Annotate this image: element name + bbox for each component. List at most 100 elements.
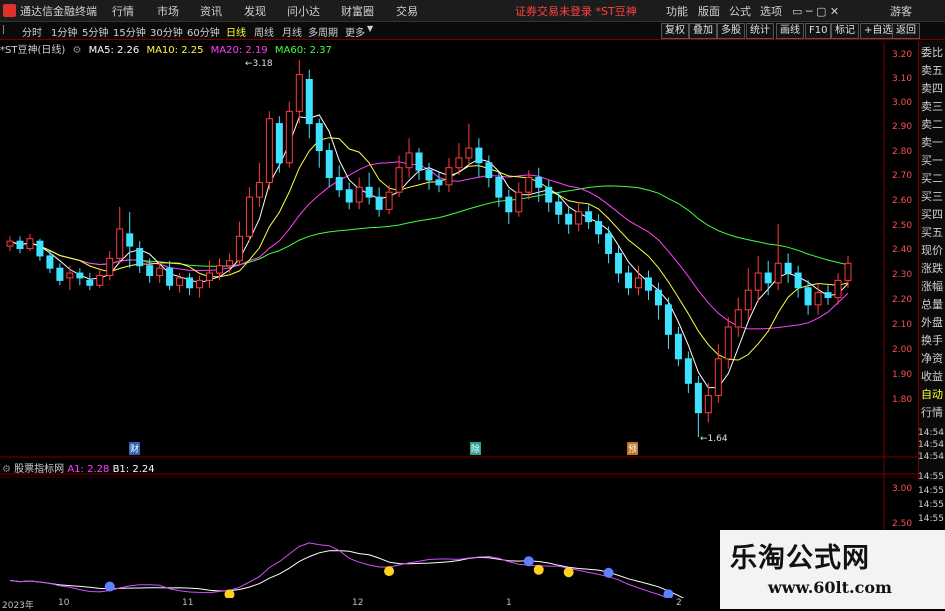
label-buy2: 买二	[921, 172, 943, 185]
candle-body	[415, 152, 423, 171]
candle-body	[714, 358, 722, 397]
smiley-face-icon	[533, 564, 544, 575]
menu-item-gongshi[interactable]: 公式	[729, 3, 751, 19]
watermark-banner: 乐淘公式网 www.60lt.com	[720, 530, 945, 609]
candle-body	[285, 110, 293, 164]
candle-body	[644, 277, 652, 291]
tab-period-5min[interactable]: 5分钟	[82, 24, 108, 39]
menu-item-faxian[interactable]: 发现	[244, 3, 266, 19]
menu-item-gongneng[interactable]: 功能	[666, 3, 688, 19]
multi-stock-button[interactable]: 多股	[717, 23, 745, 39]
label-weibi: 委比	[921, 46, 943, 59]
event-marker-cai[interactable]: 财	[129, 442, 141, 455]
candle-body	[395, 167, 403, 193]
sub-tick: 3.00	[892, 484, 913, 494]
candle-body	[26, 238, 34, 250]
tab-period-15min[interactable]: 15分钟	[113, 24, 146, 39]
candle-body	[16, 240, 24, 250]
candle-body	[265, 118, 273, 183]
candle-body	[774, 262, 782, 284]
sub-tick: 2.50	[892, 519, 913, 529]
candle-body	[375, 196, 383, 210]
label-quotes[interactable]: 行情	[921, 407, 943, 419]
label-sell3: 卖三	[921, 100, 943, 113]
time-label: 14:54	[918, 452, 944, 462]
candle-body	[605, 233, 613, 254]
event-marker-chu[interactable]: 除	[470, 442, 482, 455]
candle-body	[445, 167, 453, 186]
price-tick: 2.40	[892, 245, 913, 255]
menu-item-xuanxiang[interactable]: 选项	[760, 3, 782, 19]
f10-button[interactable]: F10	[805, 23, 832, 39]
event-marker-yu[interactable]: 预	[627, 442, 639, 455]
candle-body	[495, 177, 503, 198]
window-controls-icon[interactable]: ▭ ─ ▢ ✕	[792, 5, 839, 18]
date-axis: 2023年 10 11 12 1 2	[0, 598, 730, 611]
candle-body	[545, 186, 553, 203]
ma60-polyline	[9, 185, 849, 267]
tab-period-1min[interactable]: 1分钟	[51, 24, 77, 39]
label-outer: 外盘	[921, 316, 943, 329]
price-tick: 2.60	[892, 196, 913, 206]
candle-body	[176, 277, 184, 286]
candlesticks	[6, 59, 852, 438]
tab-period-monthly[interactable]: 月线	[282, 24, 302, 39]
low-annotation: ←1.64	[700, 434, 728, 444]
menu-bar: 通达信金融终端 行情 市场 资讯 发现 问小达 财富圈 交易 证券交易未登录 *…	[0, 0, 945, 22]
guest-button[interactable]: 游客	[890, 3, 912, 19]
add-watchlist-button[interactable]: +自选	[860, 23, 897, 39]
menu-item-shichang[interactable]: 市场	[157, 3, 179, 19]
candle-body	[405, 152, 413, 169]
candle-body	[475, 147, 483, 164]
price-tick: 2.00	[892, 345, 913, 355]
fuquan-button[interactable]: 复权	[661, 23, 689, 39]
tab-period-multi[interactable]: 多周期	[308, 24, 338, 39]
menu-item-wenxiaoda[interactable]: 问小达	[287, 3, 320, 19]
menu-item-zixun[interactable]: 资讯	[200, 3, 222, 19]
candle-body	[345, 189, 353, 203]
menu-item-hangqing[interactable]: 行情	[112, 3, 134, 19]
indicator-name[interactable]: 股票指标网	[14, 464, 64, 475]
time-label: 14:55	[918, 486, 944, 496]
sad-face-icon	[523, 556, 534, 567]
statistics-button[interactable]: 统计	[746, 23, 774, 39]
kline-chart[interactable]	[0, 41, 918, 598]
candle-body	[804, 287, 812, 306]
candle-body	[794, 272, 802, 289]
label-buy1: 买一	[921, 154, 943, 167]
candle-body	[555, 201, 563, 215]
overlay-button[interactable]: 叠加	[689, 23, 717, 39]
more-dropdown-icon[interactable]: ▼	[367, 24, 373, 33]
tab-period-60min[interactable]: 60分钟	[187, 24, 220, 39]
menu-item-jiaoyi[interactable]: 交易	[396, 3, 418, 19]
indicator-gear-icon[interactable]: ⚙	[2, 464, 11, 475]
candle-body	[784, 262, 792, 274]
ma5-line	[9, 114, 849, 389]
quote-side-panel: 委比 卖五 卖四 卖三 卖二 卖一 买一 买二 买三 买四 买五 现价 涨跌 涨…	[918, 41, 945, 481]
candle-body	[96, 275, 104, 286]
label-buy5: 买五	[921, 226, 943, 239]
price-tick: 2.80	[892, 147, 913, 157]
menu-item-banmian[interactable]: 版面	[698, 3, 720, 19]
time-label: 14:55	[918, 500, 944, 510]
draw-line-button[interactable]: 画线	[776, 23, 804, 39]
candle-body	[335, 177, 343, 191]
menu-item-caifuquan[interactable]: 财富圈	[341, 3, 374, 19]
tab-period-fenshi[interactable]: 分时	[22, 24, 42, 39]
tab-period-daily[interactable]: 日线	[226, 24, 246, 39]
date-label: 2023年	[2, 601, 34, 611]
candle-body	[325, 150, 333, 179]
mark-button[interactable]: 标记	[831, 23, 859, 39]
tab-period-30min[interactable]: 30分钟	[150, 24, 183, 39]
login-notice[interactable]: 证券交易未登录 *ST豆神	[515, 3, 637, 19]
tab-period-weekly[interactable]: 周线	[254, 24, 274, 39]
candle-body	[485, 162, 493, 179]
tab-period-more[interactable]: 更多	[345, 24, 365, 39]
back-button[interactable]: 返回	[892, 23, 920, 39]
toolbar-grip-icon: |	[2, 25, 6, 35]
label-turnover: 换手	[921, 334, 943, 347]
candle-body	[674, 333, 682, 360]
sad-face-icon	[663, 589, 674, 598]
label-auto[interactable]: 自动	[921, 389, 943, 401]
price-tick: 3.00	[892, 98, 913, 108]
